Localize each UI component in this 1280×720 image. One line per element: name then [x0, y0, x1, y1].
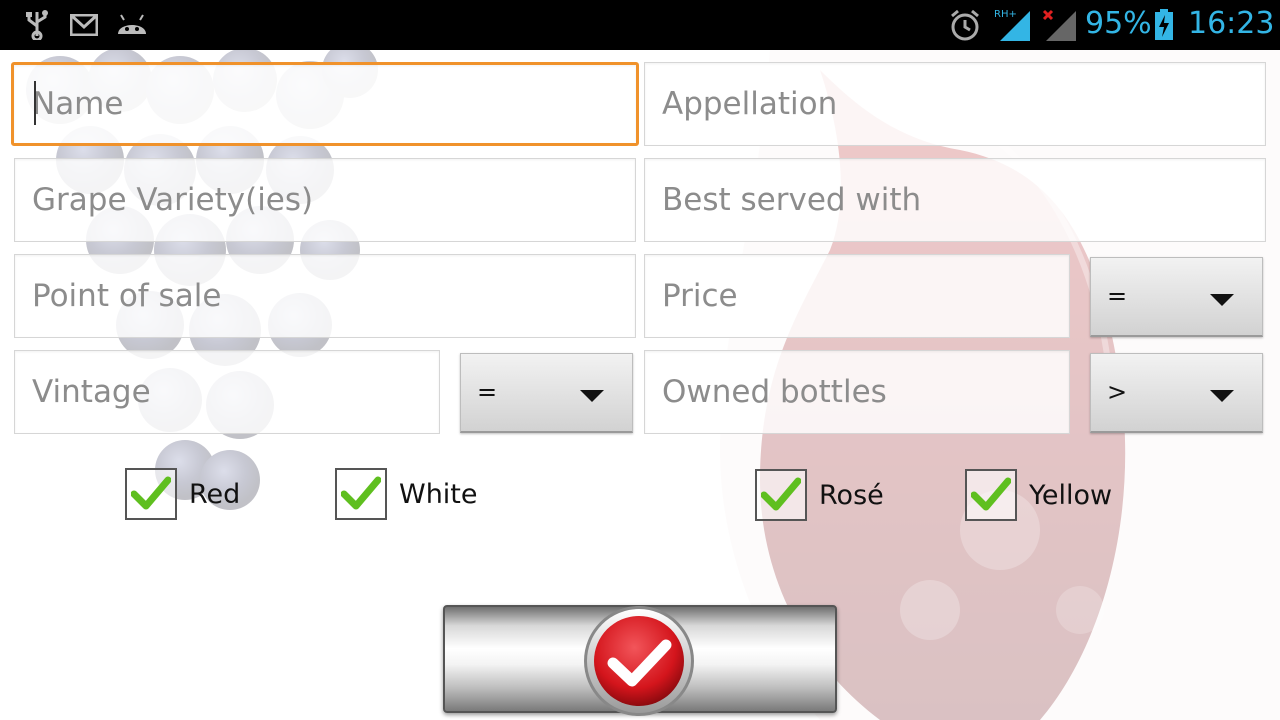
best-served-with-input[interactable]	[645, 159, 1265, 241]
name-input[interactable]	[14, 65, 636, 143]
appellation-input[interactable]	[645, 63, 1265, 145]
checkbox-box[interactable]	[965, 469, 1017, 521]
checkmark-icon	[341, 476, 381, 510]
text-caret	[34, 81, 36, 125]
battery-charging-icon	[1154, 0, 1174, 50]
no-signal-icon	[1042, 0, 1078, 50]
price-operator-dropdown[interactable]: =	[1090, 257, 1263, 337]
vintage-operator-value: =	[477, 378, 498, 406]
grape-variety-field[interactable]	[14, 158, 636, 242]
submit-search-button[interactable]	[443, 605, 837, 716]
checkbox-label-rose: Rosé	[819, 479, 884, 511]
point-of-sale-field[interactable]	[14, 254, 636, 338]
owned-bottles-operator-dropdown[interactable]: >	[1090, 353, 1263, 433]
price-operator-value: =	[1107, 282, 1128, 310]
checkbox-label-yellow: Yellow	[1029, 479, 1113, 511]
point-of-sale-input[interactable]	[15, 255, 635, 337]
battery-percent: 95%	[1085, 6, 1152, 41]
checkbox-box[interactable]	[125, 468, 177, 520]
checkbox-rose[interactable]: Rosé	[755, 467, 884, 523]
checkbox-yellow[interactable]: Yellow	[965, 467, 1112, 523]
owned-bottles-field[interactable]	[644, 350, 1070, 434]
vintage-input[interactable]	[15, 351, 439, 433]
network-label: RH+	[994, 9, 1017, 20]
dropdown-arrow-icon	[1210, 294, 1234, 306]
appellation-field[interactable]	[644, 62, 1266, 146]
vintage-operator-dropdown[interactable]: =	[460, 353, 633, 433]
gmail-icon	[70, 0, 98, 50]
owned-bottles-operator-value: >	[1107, 378, 1128, 406]
dropdown-arrow-icon	[580, 390, 604, 402]
checkmark-icon	[971, 477, 1011, 511]
checkbox-red[interactable]: Red	[125, 466, 240, 522]
status-bar: RH+ 95% 16:23	[0, 0, 1280, 50]
alarm-icon	[948, 0, 982, 50]
grape-variety-input[interactable]	[15, 159, 635, 241]
name-field[interactable]	[11, 62, 639, 146]
checkbox-label-white: White	[399, 478, 478, 510]
usb-icon	[24, 0, 50, 50]
price-input[interactable]	[645, 255, 1069, 337]
clock-time: 16:23	[1188, 6, 1275, 41]
best-served-with-field[interactable]	[644, 158, 1266, 242]
checkbox-white[interactable]: White	[335, 466, 478, 522]
checkmark-icon	[761, 477, 801, 511]
checkbox-label-red: Red	[189, 478, 241, 510]
checkbox-box[interactable]	[755, 469, 807, 521]
android-icon	[116, 0, 148, 50]
price-field[interactable]	[644, 254, 1070, 338]
signal-icon: RH+	[994, 0, 1034, 50]
owned-bottles-input[interactable]	[645, 351, 1069, 433]
dropdown-arrow-icon	[1210, 390, 1234, 402]
checkbox-box[interactable]	[335, 468, 387, 520]
vintage-field[interactable]	[14, 350, 440, 434]
checkmark-icon	[584, 606, 694, 716]
checkmark-icon	[131, 476, 171, 510]
